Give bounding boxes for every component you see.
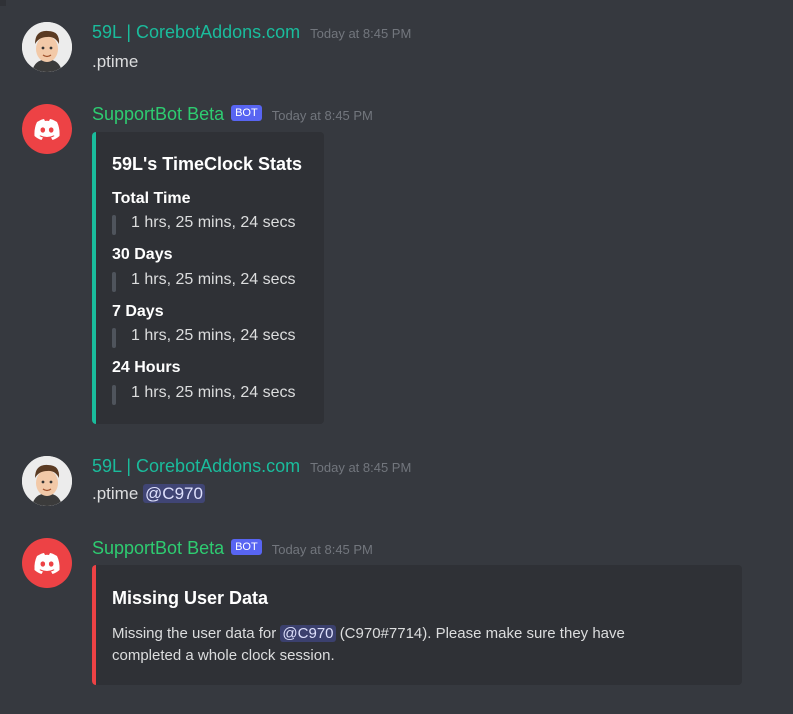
user-mention[interactable]: @C970	[143, 484, 205, 503]
cartoon-person-avatar-icon	[22, 22, 72, 72]
embed-title: 59L's TimeClock Stats	[112, 154, 303, 174]
bot-avatar[interactable]	[22, 104, 72, 154]
field-value-text: 1 hrs, 25 mins, 24 secs	[131, 384, 296, 401]
discord-logo-icon	[34, 119, 60, 140]
timestamp: Today at 8:45 PM	[271, 108, 373, 123]
embed-description: Missing the user data for @C970 (C970#77…	[112, 623, 712, 667]
message-user-ptime: 59L | CorebotAddons.com Today at 8:45 PM…	[0, 22, 793, 82]
window-corner	[0, 0, 6, 6]
timestamp: Today at 8:45 PM	[310, 26, 412, 41]
quote-bar	[112, 215, 116, 235]
quote-bar	[112, 272, 116, 292]
message-text: .ptime @C970	[92, 484, 205, 504]
quote-bar	[112, 328, 116, 348]
discord-logo-icon	[34, 553, 60, 574]
user-avatar[interactable]	[22, 22, 72, 72]
field-value-text: 1 hrs, 25 mins, 24 secs	[131, 271, 296, 288]
quote-bar	[112, 385, 116, 405]
field-name-24hours: 24 Hours	[112, 359, 181, 376]
desc-text: (C970#7714). Please make sure they have	[339, 625, 625, 642]
username[interactable]: 59L | CorebotAddons.com	[92, 22, 300, 43]
embed-missing-user-data: Missing User Data Missing the user data …	[92, 565, 742, 685]
command-text: .ptime	[92, 484, 139, 503]
user-mention[interactable]: @C970	[280, 625, 336, 642]
bot-avatar[interactable]	[22, 538, 72, 588]
message-user-ptime-mention: 59L | CorebotAddons.com Today at 8:45 PM…	[0, 456, 793, 516]
bot-badge: BOT	[231, 539, 262, 555]
timestamp: Today at 8:45 PM	[271, 542, 373, 557]
username[interactable]: SupportBot Beta	[92, 104, 224, 125]
username[interactable]: 59L | CorebotAddons.com	[92, 456, 300, 477]
message-bot-missing-data: SupportBot Beta BOT Today at 8:45 PM Mis…	[0, 538, 793, 688]
desc-text: Missing the user data for	[112, 625, 277, 642]
message-bot-stats: SupportBot Beta BOT Today at 8:45 PM 59L…	[0, 104, 793, 426]
embed-timeclock-stats: 59L's TimeClock Stats Total Time 1 hrs, …	[92, 132, 324, 424]
field-name-total: Total Time	[112, 190, 191, 207]
username[interactable]: SupportBot Beta	[92, 538, 224, 559]
field-name-7days: 7 Days	[112, 303, 164, 320]
message-header: SupportBot Beta BOT Today at 8:45 PM	[92, 538, 373, 562]
message-header: 59L | CorebotAddons.com Today at 8:45 PM	[92, 22, 411, 46]
embed-title: Missing User Data	[112, 588, 269, 608]
cartoon-person-avatar-icon	[22, 456, 72, 506]
field-value-text: 1 hrs, 25 mins, 24 secs	[131, 327, 296, 344]
user-avatar[interactable]	[22, 456, 72, 506]
message-header: 59L | CorebotAddons.com Today at 8:45 PM	[92, 456, 411, 480]
message-text: .ptime	[92, 52, 139, 71]
field-value-text: 1 hrs, 25 mins, 24 secs	[131, 214, 296, 231]
desc-text: completed a whole clock session.	[112, 647, 335, 664]
field-name-30days: 30 Days	[112, 246, 173, 263]
message-header: SupportBot Beta BOT Today at 8:45 PM	[92, 104, 373, 128]
timestamp: Today at 8:45 PM	[310, 460, 412, 475]
bot-badge: BOT	[231, 105, 262, 121]
